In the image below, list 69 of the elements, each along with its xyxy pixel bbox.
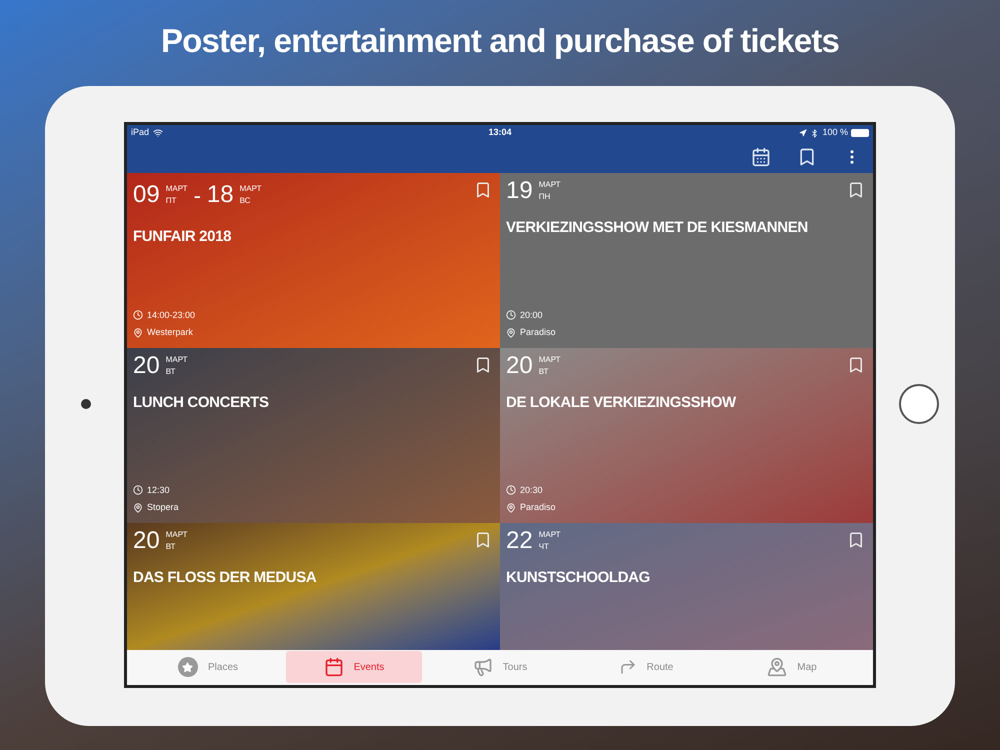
megaphone-icon (472, 657, 493, 677)
location-icon (799, 129, 808, 137)
event-title: DE LOKALE VERKIEZINGSSHOW (506, 392, 737, 412)
event-time: 20:00 (520, 308, 543, 322)
event-title: LUNCH CONCERTS (133, 392, 270, 412)
event-title: DAS FLOSS DER MEDUSA (133, 568, 318, 588)
date-day: 20 (133, 528, 160, 552)
date-day: 22 (506, 528, 533, 552)
clock-icon (133, 310, 143, 320)
date-month: МАРТ (166, 354, 188, 366)
date-weekday: ПН (538, 190, 552, 202)
calendar-icon (324, 657, 344, 677)
tab-button[interactable]: Places (140, 651, 276, 683)
date-day: 20 (133, 354, 160, 378)
wifi-icon (153, 128, 164, 138)
date-month: МАРТ (538, 354, 561, 366)
date-month: МАРТ (166, 183, 188, 195)
location-pin-icon (506, 328, 516, 338)
date-month: МАРТ (538, 178, 561, 190)
date-weekday: ВС (240, 195, 252, 207)
bluetooth-icon (810, 128, 820, 138)
tab-button[interactable]: Tours (432, 651, 568, 683)
clock-icon (133, 485, 143, 496)
date-day: 20 (506, 354, 533, 378)
date-weekday: ЧТ (538, 540, 550, 552)
event-title: FUNFAIR 2018 (133, 226, 232, 246)
turn-sign-icon (618, 658, 637, 676)
date-day: 19 (506, 178, 533, 202)
bookmark-icon[interactable] (847, 530, 865, 548)
location-pin-icon (133, 502, 143, 513)
map-pin-icon (767, 657, 788, 677)
date-weekday: ПТ (166, 195, 178, 207)
tab-button[interactable]: Map (724, 651, 860, 683)
event-place: Paradiso (520, 326, 556, 339)
date-weekday: ВТ (166, 366, 176, 378)
battery-percent: 100 % (822, 126, 848, 140)
tab-button[interactable]: Route (578, 651, 714, 683)
device-name: iPad (131, 126, 150, 140)
date-weekday: ВТ (166, 540, 176, 552)
date-month: МАРТ (240, 183, 262, 195)
camera-icon (81, 398, 91, 408)
location-pin-icon (133, 328, 143, 338)
bookmark-icon[interactable] (847, 356, 865, 374)
event-title: VERKIEZINGSSHOW MET DE KIESMANNEN (506, 218, 809, 238)
date-month: МАРТ (538, 528, 561, 540)
event-time: 14:00-23:00 (147, 308, 196, 322)
event-place: Stopera (147, 501, 179, 514)
event-place: Westerpark (147, 326, 193, 339)
bookmark-icon[interactable] (847, 180, 865, 198)
bookmark-icon[interactable] (474, 180, 492, 198)
headline: Poster, entertainment and purchase of tickets (160, 21, 840, 61)
bookmark-icon[interactable] (474, 530, 492, 548)
event-time: 12:30 (147, 484, 170, 496)
event-place: Paradiso (520, 501, 556, 514)
date-day: 09 (133, 183, 160, 207)
clock-icon (506, 485, 516, 496)
calendar-icon[interactable] (751, 147, 771, 167)
tab-button[interactable]: Events (286, 651, 422, 683)
date-separator: - (194, 182, 201, 210)
status-time: 13:04 (488, 126, 512, 140)
battery-icon (851, 129, 869, 137)
clock-icon (506, 310, 516, 320)
date-weekday: ВТ (538, 366, 550, 378)
event-title: KUNSTSCHOOLDAG (506, 568, 651, 588)
event-time: 20:30 (520, 484, 543, 496)
date-day: 18 (206, 183, 234, 207)
location-pin-icon (506, 502, 516, 513)
bookmark-icon[interactable] (474, 356, 492, 374)
date-month: МАРТ (166, 528, 188, 540)
